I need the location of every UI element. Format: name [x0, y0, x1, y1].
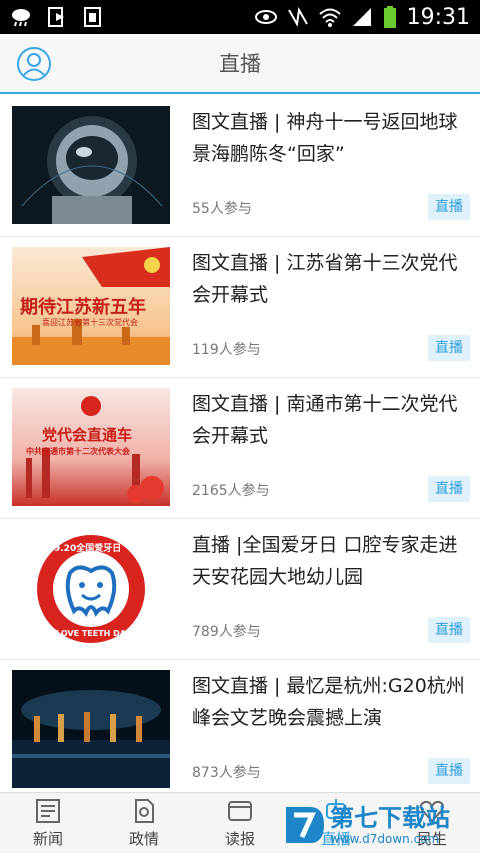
site-watermark: 第七下载站 www.d7down.com: [282, 800, 480, 850]
sim-card-icon: [84, 7, 101, 27]
item-title: 图文直播 | 最忆是杭州:G20杭州峰会文艺晚会震撼上演: [192, 675, 465, 729]
live-badge: 直播: [428, 617, 470, 643]
weather-icon: [12, 9, 30, 27]
list-item[interactable]: 党代会直通车 中共南通市第十二次代表大会 图文直播 | 南通市第十二次党代会开幕…: [0, 378, 480, 519]
item-thumbnail-jiangsu: 期待江苏新五年 喜迎江苏省第十三次党代会: [12, 247, 170, 365]
live-list: 图文直播 | 神舟十一号返回地球景海鹏陈冬“回家” 55人参与 直播 期待江苏新…: [0, 96, 480, 792]
signal-icon: [352, 8, 371, 26]
participant-count: 2165人参与: [192, 483, 270, 499]
tab-label: 新闻: [32, 829, 63, 848]
wifi-icon: [318, 8, 341, 27]
watermark-url: www.d7down.com: [330, 832, 440, 846]
list-item[interactable]: 9.20全国爱牙日 LOVE TEETH DAY 直播 |全国爱牙日 口腔专家走…: [0, 519, 480, 660]
watermark-title: 第七下载站: [330, 804, 450, 832]
participant-count: 55人参与: [192, 201, 252, 217]
live-badge: 直播: [428, 335, 470, 361]
item-thumbnail-teeth-day: 9.20全国爱牙日 LOVE TEETH DAY: [12, 529, 170, 647]
thumb-caption-main: 党代会直通车: [42, 426, 133, 444]
download-file-icon: [48, 7, 64, 27]
thumb-caption-sub: 喜迎江苏省第十三次党代会: [42, 318, 138, 327]
battery-icon: [383, 6, 396, 28]
list-item[interactable]: 期待江苏新五年 喜迎江苏省第十三次党代会 图文直播 | 江苏省第十三次党代会开幕…: [0, 237, 480, 378]
eye-icon: [254, 10, 277, 24]
book-icon: [228, 800, 252, 821]
item-title: 图文直播 | 南通市第十二次党代会开幕式: [192, 393, 458, 447]
document-icon: [135, 798, 154, 823]
d7-logo-icon: [286, 807, 324, 843]
thumb-caption-sub: 中共南通市第十二次代表大会: [26, 447, 130, 456]
status-bar: 19:31: [0, 0, 480, 34]
top-bar: 直播: [0, 34, 480, 94]
newspaper-icon: [36, 798, 60, 823]
item-title: 直播 |全国爱牙日 口腔专家走进天安花园大地幼儿园: [192, 534, 458, 588]
thumb-caption-main: 期待江苏新五年: [20, 297, 146, 318]
item-title: 图文直播 | 神舟十一号返回地球景海鹏陈冬“回家”: [192, 111, 458, 165]
participant-count: 119人参与: [192, 342, 261, 358]
thumb-caption-top: 9.20全国爱牙日: [54, 544, 122, 554]
tab-label: 读报: [224, 829, 255, 848]
nfc-icon: [287, 7, 308, 27]
list-item[interactable]: 图文直播 | 神舟十一号返回地球景海鹏陈冬“回家” 55人参与 直播: [0, 96, 480, 237]
item-title: 图文直播 | 江苏省第十三次党代会开幕式: [192, 252, 458, 306]
thumb-caption-bottom: LOVE TEETH DAY: [56, 629, 132, 638]
clock: 19:31: [406, 4, 470, 30]
page-title: 直播: [219, 52, 261, 76]
item-thumbnail-nantong: 党代会直通车 中共南通市第十二次代表大会: [12, 388, 170, 506]
item-thumbnail-g20-show: [12, 670, 170, 788]
user-profile-icon[interactable]: [16, 46, 52, 82]
tab-label: 政情: [128, 829, 159, 848]
participant-count: 873人参与: [192, 765, 261, 781]
live-badge: 直播: [428, 194, 470, 220]
item-thumbnail-astronaut: [12, 106, 170, 224]
participant-count: 789人参与: [192, 624, 261, 640]
live-badge: 直播: [428, 476, 470, 502]
tab-news[interactable]: 新闻: [0, 793, 96, 853]
tab-read-paper[interactable]: 读报: [192, 793, 288, 853]
list-item[interactable]: 图文直播 | 最忆是杭州:G20杭州峰会文艺晚会震撼上演 873人参与 直播: [0, 660, 480, 792]
live-badge: 直播: [428, 758, 470, 784]
tab-politics[interactable]: 政情: [96, 793, 192, 853]
